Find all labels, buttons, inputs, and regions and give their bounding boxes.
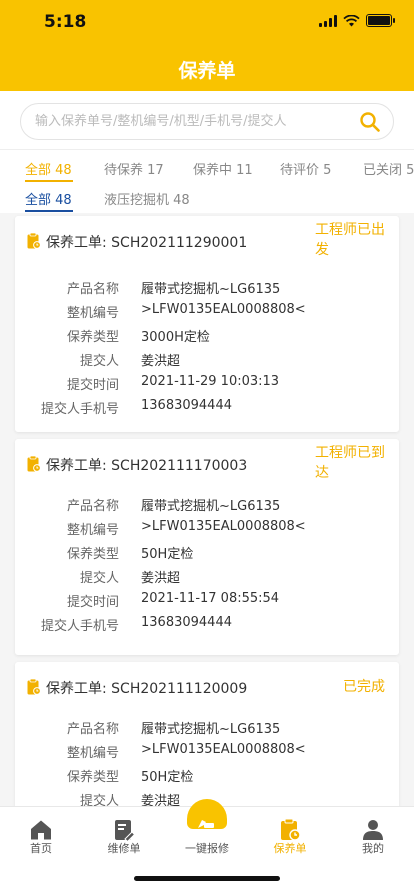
- detail-row: 产品名称 履带式挖掘机~LG6135: [66, 499, 281, 514]
- type-tab-hydraulic-excavator[interactable]: 液压挖掘机 48: [104, 189, 190, 208]
- detail-row: 整机编号 >LFW0135EAL0008808<: [66, 519, 306, 538]
- detail-row: 提交人手机号 13683094444: [40, 615, 232, 634]
- tabbar-repair-orders[interactable]: 维修单: [83, 807, 165, 863]
- detail-row: 保养类型 50H定检: [66, 770, 194, 785]
- type-tab-all[interactable]: 全部 48: [25, 189, 72, 208]
- detail-row: 产品名称 履带式挖掘机~LG6135: [66, 282, 281, 297]
- tabbar-home[interactable]: 首页: [0, 807, 82, 863]
- detail-row: 保养类型 3000H定检: [66, 330, 210, 345]
- search-box: [20, 103, 394, 140]
- order-card[interactable]: 保养工单: SCH202111290001 工程师已出发 产品名称 履带式挖掘机~…: [15, 216, 399, 432]
- home-indicator: [134, 876, 280, 881]
- machine-type-tabs: 全部 48 液压挖掘机 48: [0, 184, 414, 214]
- detail-row: 保养类型 50H定检: [66, 547, 194, 562]
- order-number: 保养工单: SCH202111120009: [46, 681, 248, 697]
- order-number: 保养工单: SCH202111290001: [46, 235, 248, 251]
- search-input[interactable]: [35, 104, 345, 139]
- maintenance-order-icon: [27, 679, 41, 695]
- active-tab-indicator: [25, 180, 73, 182]
- tab-all[interactable]: 全部 48: [25, 159, 72, 178]
- status-icons: [319, 14, 395, 27]
- order-card[interactable]: 保养工单: SCH202111170003 工程师已到达 产品名称 履带式挖掘机~…: [15, 439, 399, 655]
- order-status: 已完成: [343, 679, 385, 695]
- page-title: 保养单: [178, 60, 236, 82]
- bottom-tab-bar: 首页 维修单 一键报修 保养单 我的: [0, 799, 414, 896]
- search-area: [0, 91, 414, 149]
- detail-row: 整机编号 >LFW0135EAL0008808<: [66, 742, 306, 761]
- detail-row: 提交人 姜洪超: [79, 571, 181, 586]
- tab-pending-review[interactable]: 待评价 5: [280, 159, 331, 178]
- tabbar-maintenance-orders[interactable]: 保养单: [249, 807, 331, 863]
- detail-row: 提交时间 2021-11-17 08:55:54: [66, 591, 280, 610]
- status-time: 5:18: [44, 12, 87, 32]
- maintenance-order-icon: [27, 456, 41, 472]
- detail-row: 产品名称 履带式挖掘机~LG6135: [66, 722, 281, 737]
- status-bar: 5:18: [0, 0, 414, 44]
- filter-tabs: 全部 48 待保养 17 保养中 11 待评价 5 已关闭 5 全部 48 液压…: [0, 149, 414, 213]
- order-number: 保养工单: SCH202111170003: [46, 458, 248, 474]
- user-icon: [363, 820, 383, 840]
- tab-pending-maintenance[interactable]: 待保养 17: [104, 159, 164, 178]
- tabbar-profile[interactable]: 我的: [332, 807, 414, 863]
- active-type-indicator: [25, 210, 73, 212]
- cellular-signal-icon: [319, 14, 337, 27]
- detail-row: 提交人 姜洪超: [79, 354, 181, 369]
- search-icon[interactable]: [359, 111, 381, 133]
- home-icon: [31, 820, 51, 840]
- wifi-icon: [343, 14, 360, 26]
- card-header: 保养工单: SCH202111170003 工程师已到达: [15, 439, 399, 487]
- app-header: 5:18 保养单: [0, 0, 414, 91]
- status-tabs: 全部 48 待保养 17 保养中 11 待评价 5 已关闭 5: [0, 150, 414, 184]
- card-header: 保养工单: SCH202111290001 工程师已出发: [15, 216, 399, 264]
- maintenance-order-icon: [281, 818, 301, 841]
- order-status: 工程师已到达: [315, 445, 385, 481]
- card-header: 保养工单: SCH202111120009 已完成: [15, 662, 399, 710]
- battery-icon: [366, 14, 395, 27]
- excavator-icon: [198, 820, 215, 832]
- tabbar-quick-repair[interactable]: 一键报修: [166, 807, 248, 863]
- repair-order-icon: [115, 820, 136, 842]
- order-status: 工程师已出发: [315, 222, 385, 258]
- maintenance-order-icon: [27, 233, 41, 249]
- detail-row: 提交人手机号 13683094444: [40, 398, 232, 417]
- tab-closed[interactable]: 已关闭 5: [363, 159, 414, 178]
- tab-in-maintenance[interactable]: 保养中 11: [193, 159, 253, 178]
- detail-row: 提交时间 2021-11-29 10:03:13: [66, 374, 280, 393]
- detail-row: 整机编号 >LFW0135EAL0008808<: [66, 302, 306, 321]
